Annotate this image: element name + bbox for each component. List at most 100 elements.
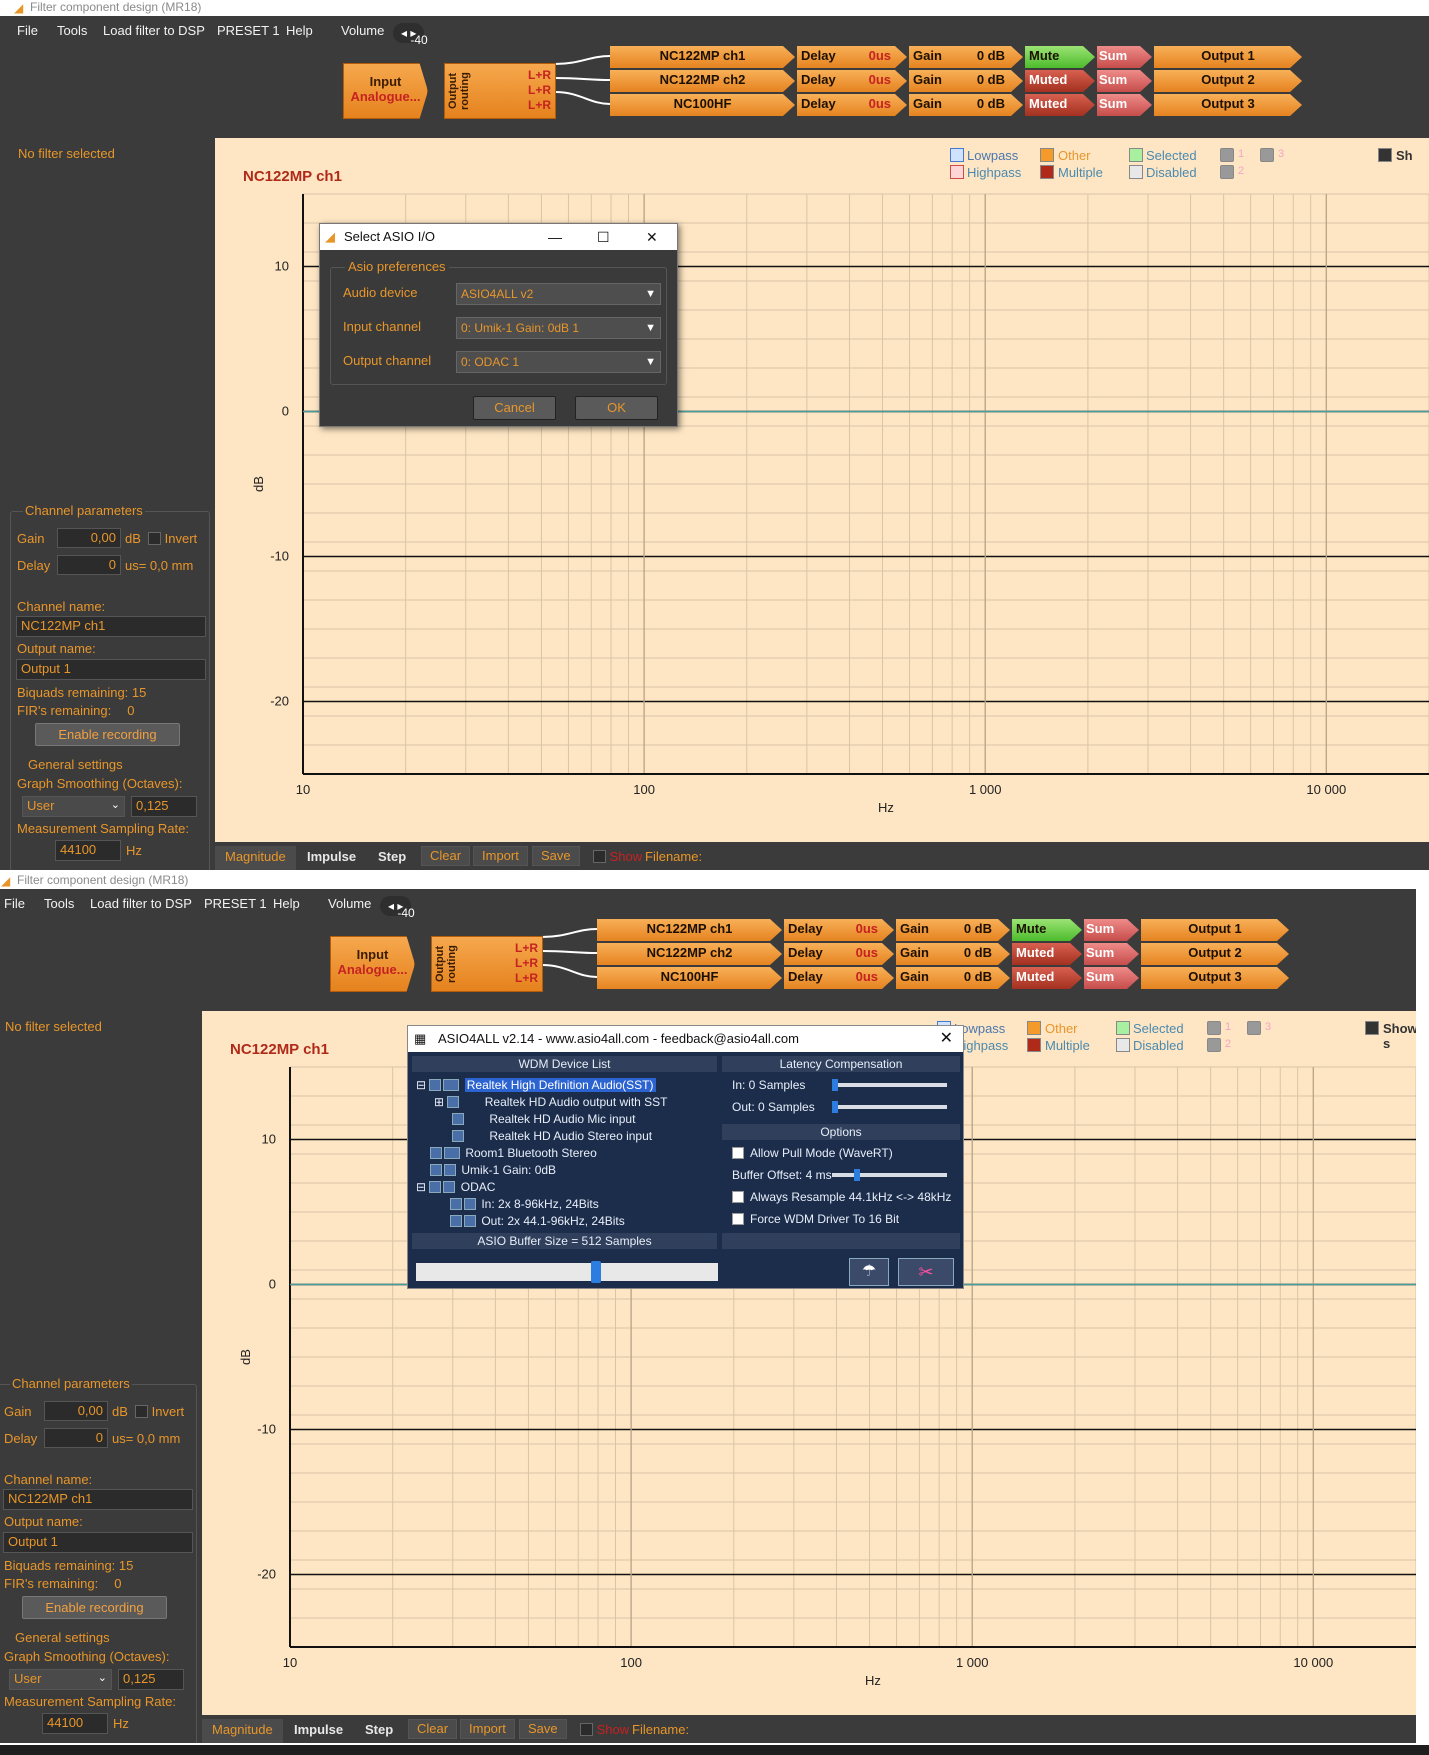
- checkbox[interactable]: [580, 1723, 593, 1736]
- mute-toggle[interactable]: Muted: [1012, 967, 1082, 989]
- output-block[interactable]: Output 2: [1154, 70, 1302, 92]
- tab-impulse[interactable]: Impulse: [284, 1719, 353, 1743]
- buffer-size-slider[interactable]: [416, 1261, 718, 1283]
- output-block[interactable]: Output 3: [1141, 967, 1289, 989]
- enable-recording-button[interactable]: Enable recording: [35, 723, 180, 746]
- menu-preset[interactable]: PRESET 1: [204, 896, 267, 911]
- advanced-settings-icon[interactable]: ✂: [898, 1258, 954, 1286]
- smoothing-mode-select[interactable]: User ⌄: [9, 1669, 112, 1690]
- menu-load-filter[interactable]: Load filter to DSP: [90, 896, 192, 911]
- parachute-icon[interactable]: ☂: [849, 1258, 889, 1286]
- power-icon[interactable]: [450, 1215, 462, 1227]
- power-icon[interactable]: [447, 1096, 460, 1108]
- power-icon[interactable]: [430, 1147, 442, 1159]
- cancel-button[interactable]: Cancel: [473, 396, 556, 420]
- power-icon[interactable]: [429, 1181, 442, 1193]
- input-block[interactable]: Input Analogue...: [343, 63, 428, 119]
- power-icon[interactable]: [430, 1164, 442, 1176]
- show-toggle[interactable]: Show: [580, 1722, 629, 1737]
- power-icon[interactable]: [429, 1079, 442, 1091]
- output-routing-block[interactable]: Output routing L+R L+R L+R: [431, 936, 543, 992]
- checkbox[interactable]: [148, 532, 161, 545]
- buffer-offset-slider[interactable]: [832, 1169, 947, 1181]
- output-channel-select[interactable]: 0: ODAC 1 ▼: [456, 351, 661, 373]
- channel-name-block[interactable]: NC100HF: [597, 967, 782, 989]
- volume-stepper[interactable]: ◂ -40 ▸: [380, 896, 415, 920]
- tree-item[interactable]: ⊟ ODAC: [416, 1180, 495, 1194]
- always-resample-option[interactable]: Always Resample 44.1kHz <-> 48kHz: [732, 1190, 951, 1204]
- menu-tools[interactable]: Tools: [44, 896, 74, 911]
- slider-knob[interactable]: [854, 1169, 860, 1181]
- menu-tools[interactable]: Tools: [57, 23, 87, 38]
- output-routing-block[interactable]: Output routing L+R L+R L+R: [444, 63, 556, 119]
- channel-name-block[interactable]: NC122MP ch2: [610, 70, 795, 92]
- tree-item[interactable]: ⊞ Realtek HD Audio output with SST: [434, 1095, 668, 1109]
- enable-recording-button[interactable]: Enable recording: [22, 1596, 167, 1619]
- tab-impulse[interactable]: Impulse: [297, 846, 366, 870]
- mute-toggle[interactable]: Muted: [1025, 94, 1095, 116]
- slider-knob[interactable]: [832, 1079, 838, 1091]
- close-icon[interactable]: ✕: [940, 1026, 953, 1052]
- checkbox[interactable]: [593, 850, 606, 863]
- input-channel-select[interactable]: 0: Umik-1 Gain: 0dB 1 ▼: [456, 317, 661, 339]
- save-button[interactable]: Save: [519, 1719, 567, 1739]
- delay-block[interactable]: Delay 0us: [784, 943, 894, 965]
- mute-toggle[interactable]: Mute: [1025, 46, 1095, 68]
- checkbox[interactable]: [732, 1191, 744, 1203]
- menu-help[interactable]: Help: [273, 896, 300, 911]
- tree-item[interactable]: Realtek HD Audio Stereo input: [452, 1129, 652, 1143]
- output-block[interactable]: Output 2: [1141, 943, 1289, 965]
- delay-block[interactable]: Delay 0us: [784, 967, 894, 989]
- smoothing-value-input[interactable]: 0,125: [131, 796, 197, 817]
- checkbox[interactable]: [732, 1213, 744, 1225]
- close-icon[interactable]: ✕: [646, 224, 658, 250]
- tree-item[interactable]: ⊟ Realtek High Definition Audio(SST): [416, 1078, 656, 1092]
- collapse-icon[interactable]: ⊟: [416, 1180, 426, 1194]
- menu-load-filter[interactable]: Load filter to DSP: [103, 23, 205, 38]
- tree-item[interactable]: Umik-1 Gain: 0dB: [430, 1163, 556, 1177]
- checkbox[interactable]: [135, 1405, 148, 1418]
- clear-button[interactable]: Clear: [421, 846, 471, 866]
- output-block[interactable]: Output 3: [1154, 94, 1302, 116]
- gain-block[interactable]: Gain 0 dB: [909, 46, 1023, 68]
- power-icon[interactable]: [452, 1130, 464, 1142]
- smoothing-value-input[interactable]: 0,125: [118, 1669, 184, 1690]
- allow-pull-mode-option[interactable]: Allow Pull Mode (WaveRT): [732, 1146, 893, 1160]
- gain-block[interactable]: Gain 0 dB: [896, 967, 1010, 989]
- menu-file[interactable]: File: [4, 896, 25, 911]
- output-name-input[interactable]: Output 1: [3, 1532, 193, 1553]
- channel-name-block[interactable]: NC122MP ch1: [610, 46, 795, 68]
- menu-preset[interactable]: PRESET 1: [217, 23, 280, 38]
- clear-button[interactable]: Clear: [408, 1719, 458, 1739]
- expand-icon[interactable]: ⊞: [434, 1095, 444, 1109]
- invert-checkbox[interactable]: Invert: [148, 531, 197, 546]
- tree-item[interactable]: In: 2x 8-96kHz, 24Bits: [450, 1197, 599, 1211]
- output-block[interactable]: Output 1: [1154, 46, 1302, 68]
- collapse-icon[interactable]: ⊟: [416, 1078, 426, 1092]
- tab-step[interactable]: Step: [355, 1719, 403, 1743]
- tree-item[interactable]: Room1 Bluetooth Stereo: [430, 1146, 597, 1160]
- delay-block[interactable]: Delay 0us: [784, 919, 894, 941]
- audio-device-select[interactable]: ASIO4ALL v2 ▼: [456, 283, 661, 305]
- delay-block[interactable]: Delay 0us: [797, 70, 907, 92]
- channel-name-block[interactable]: NC122MP ch1: [597, 919, 782, 941]
- smoothing-mode-select[interactable]: User ⌄: [22, 796, 125, 817]
- tree-item[interactable]: Realtek HD Audio Mic input: [452, 1112, 635, 1126]
- mute-toggle[interactable]: Mute: [1012, 919, 1082, 941]
- sampling-input[interactable]: 44100: [55, 840, 121, 861]
- channel-name-input[interactable]: NC122MP ch1: [16, 616, 206, 637]
- channel-name-block[interactable]: NC122MP ch2: [597, 943, 782, 965]
- sampling-input[interactable]: 44100: [42, 1713, 108, 1734]
- output-block[interactable]: Output 1: [1141, 919, 1289, 941]
- force-16bit-option[interactable]: Force WDM Driver To 16 Bit: [732, 1212, 899, 1226]
- channel-name-block[interactable]: NC100HF: [610, 94, 795, 116]
- input-block[interactable]: Input Analogue...: [330, 936, 415, 992]
- channel-name-input[interactable]: NC122MP ch1: [3, 1489, 193, 1510]
- tab-step[interactable]: Step: [368, 846, 416, 870]
- tab-magnitude[interactable]: Magnitude: [215, 846, 296, 870]
- gain-block[interactable]: Gain 0 dB: [909, 94, 1023, 116]
- save-button[interactable]: Save: [532, 846, 580, 866]
- slider-knob[interactable]: [591, 1261, 601, 1283]
- power-icon[interactable]: [452, 1113, 464, 1125]
- menu-help[interactable]: Help: [286, 23, 313, 38]
